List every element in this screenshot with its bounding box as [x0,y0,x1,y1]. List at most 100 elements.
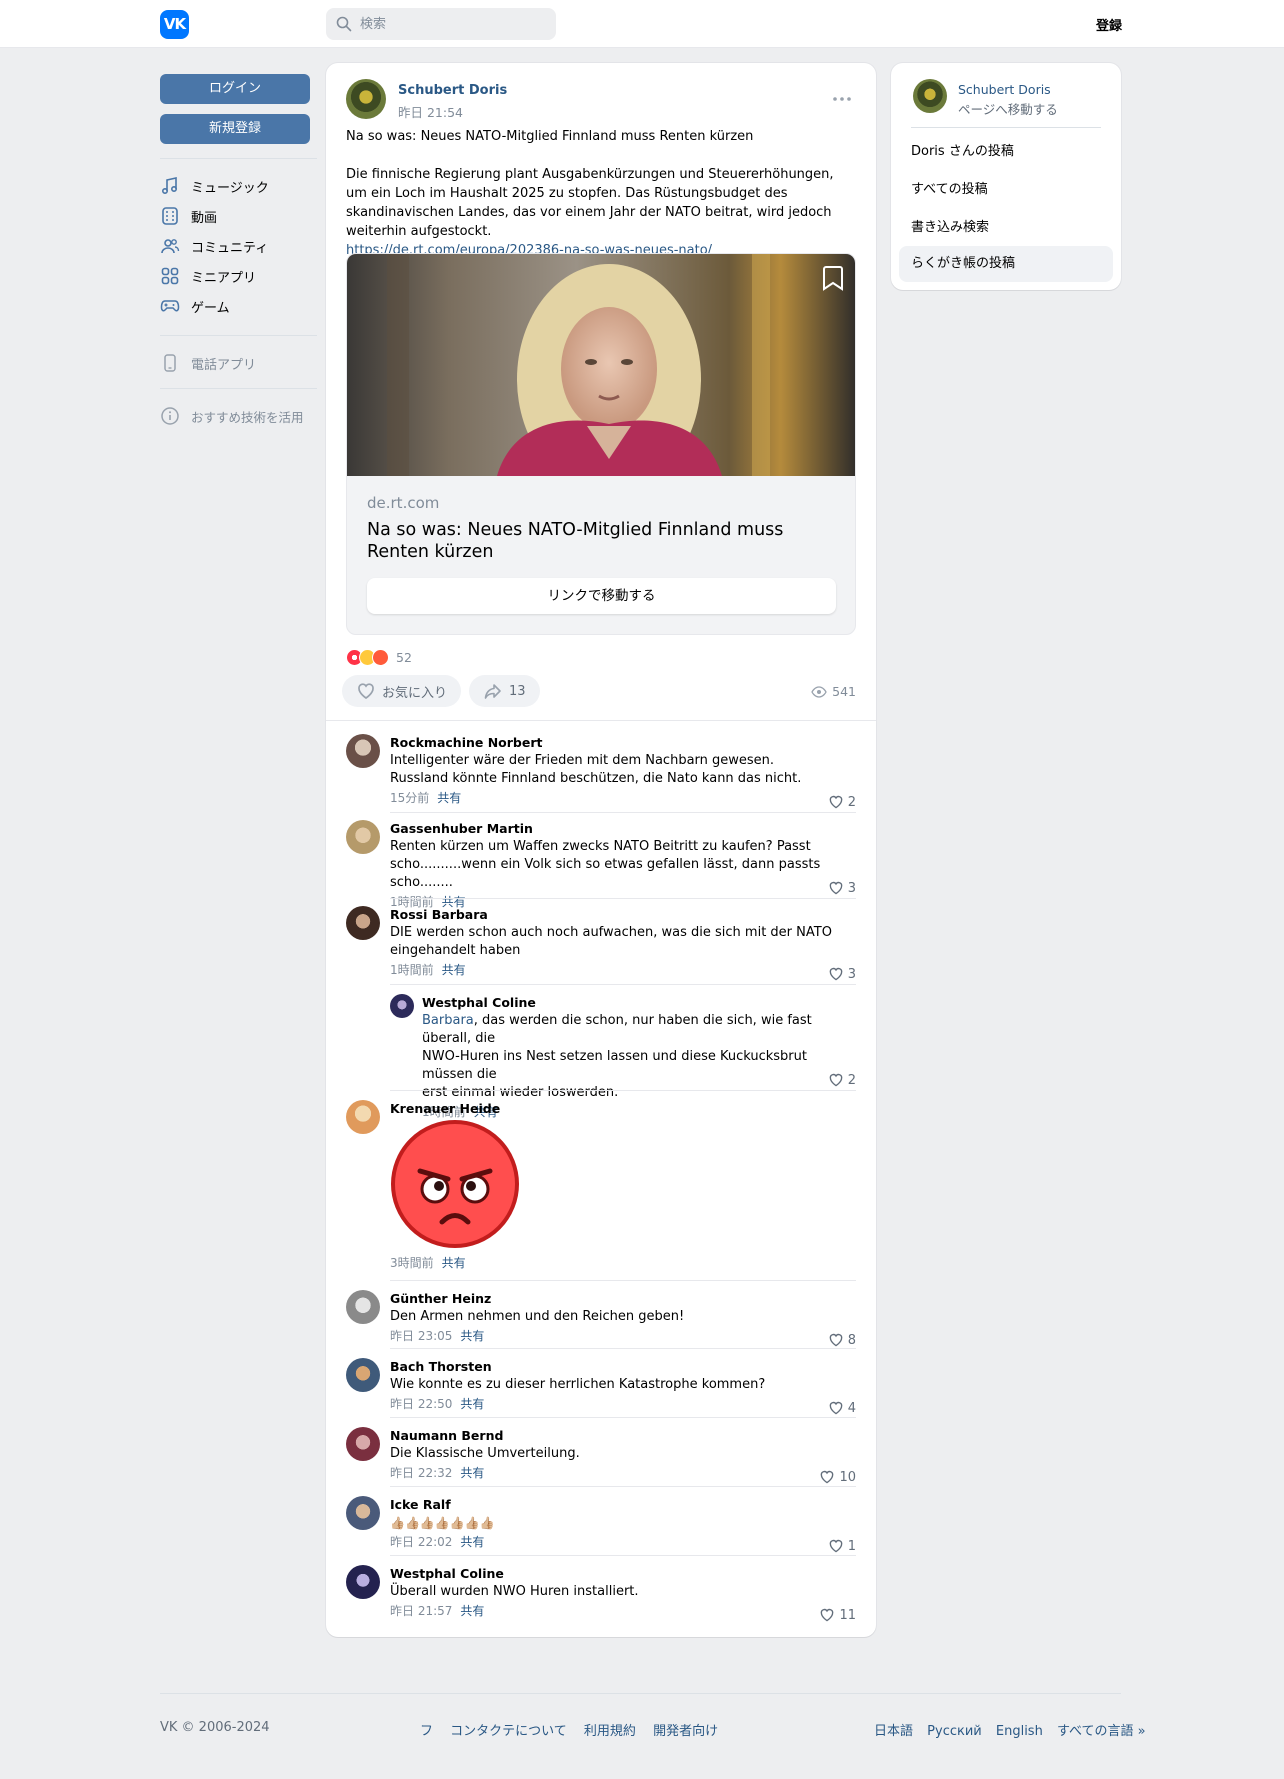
comment-share-link[interactable]: 共有 [460,1535,484,1549]
side-profile-sub[interactable]: ページへ移動する [958,99,1058,118]
comment-author[interactable]: Rossi Barbara [390,906,856,924]
nav-phone-app[interactable]: 電話アプリ [160,348,317,378]
comment-item: Gassenhuber Martin Renten kürzen um Waff… [346,820,856,909]
comment-time[interactable]: 1時間前 [390,963,434,977]
nav-miniapps[interactable]: ミニアプリ [160,261,317,291]
lang-all[interactable]: すべての言語 » [1057,1724,1146,1739]
comment-like-button[interactable]: 1 [828,1538,856,1554]
comment-share-link[interactable]: 共有 [460,1604,484,1618]
reactions-summary[interactable]: 52 [346,647,412,667]
comment-avatar[interactable] [346,820,380,854]
share-button[interactable]: 13 [469,675,540,707]
comment-avatar[interactable] [346,1427,380,1461]
comment-author[interactable]: Icke Ralf [390,1496,856,1514]
comment-like-count: 3 [847,880,856,896]
footer-divider [160,1693,1121,1694]
search-box[interactable] [326,8,556,40]
comment-like-button[interactable]: 3 [828,880,856,896]
link-attachment[interactable]: de.rt.com Na so was: Neues NATO-Mitglied… [346,253,856,635]
comment-like-button[interactable]: 2 [828,794,856,810]
search-input[interactable] [360,8,550,40]
comment-avatar[interactable] [346,734,380,768]
comment-author[interactable]: Krenauer Heide [390,1100,856,1118]
comment-author[interactable]: Gassenhuber Martin [390,820,856,838]
side-avatar[interactable] [913,79,947,113]
comment-like-count: 4 [847,1400,856,1416]
side-item-search-posts[interactable]: 書き込み検索 [899,210,1113,246]
comment-avatar[interactable] [346,906,380,940]
footer-link-terms[interactable]: 利用規約 [584,1724,636,1739]
open-link-button[interactable]: リンクで移動する [367,578,836,614]
bookmark-icon[interactable] [821,264,845,292]
nav-video[interactable]: 動画 [160,201,317,231]
side-profile[interactable]: Schubert Doris ページへ移動する [913,79,1101,119]
footer-link-about[interactable]: コンタクテについて [450,1724,567,1739]
side-item-doris-posts[interactable]: Doris さんの投稿 [899,134,1113,170]
login-button[interactable]: ログイン [160,74,310,104]
signup-button[interactable]: 新規登録 [160,114,310,144]
comment-like-button[interactable]: 3 [828,966,856,982]
footer-link-developers[interactable]: 開発者向け [653,1724,718,1739]
comment-like-button[interactable]: 10 [819,1469,856,1485]
comment-author[interactable]: Westphal Coline [390,1565,856,1583]
reply-mention-link[interactable]: Barbara [422,1013,474,1028]
comment-avatar[interactable] [390,994,414,1018]
footer-link[interactable]: フ [420,1724,433,1739]
comment-like-button[interactable]: 8 [828,1332,856,1348]
comment-avatar[interactable] [346,1565,380,1599]
comment-author[interactable]: Günther Heinz [390,1290,856,1308]
comment-share-link[interactable]: 共有 [437,791,461,805]
nav-recommend-tech[interactable]: おすすめ技術を活用 [160,401,317,431]
comment-author[interactable]: Naumann Bernd [390,1427,856,1445]
comment-time[interactable]: 15分前 [390,791,429,805]
vk-logo[interactable]: VK [160,10,189,39]
comment-time[interactable]: 昨日 22:32 [390,1466,452,1480]
comment-share-link[interactable]: 共有 [460,1466,484,1480]
attachment-title[interactable]: Na so was: Neues NATO-Mitglied Finnland … [367,519,837,563]
comment-like-button[interactable]: 11 [819,1607,856,1623]
side-item-all-posts[interactable]: すべての投稿 [899,172,1113,208]
comment-time[interactable]: 昨日 23:05 [390,1329,452,1343]
comment-share-link[interactable]: 共有 [442,1256,466,1270]
nav-music[interactable]: ミュージック [160,171,317,201]
angry-face-sticker[interactable] [390,1119,520,1249]
post-time[interactable]: 昨日 21:54 [398,102,463,121]
comment-share-link[interactable]: 共有 [442,963,466,977]
comment-time[interactable]: 3時間前 [390,1256,434,1270]
like-button[interactable]: お気に入り [342,675,462,707]
comment-like-button[interactable]: 2 [828,1072,856,1088]
comment-avatar[interactable] [346,1290,380,1324]
comment-author[interactable]: Westphal Coline [422,994,856,1012]
comment-text: 👍🏼👍🏼👍🏼👍🏼👍🏼👍🏼👍🏼 [390,1516,495,1530]
comment-time[interactable]: 昨日 21:57 [390,1604,452,1618]
comment-share-link[interactable]: 共有 [460,1397,484,1411]
nav-community[interactable]: コミュニティ [160,231,317,261]
side-item-graffiti-posts[interactable]: らくがき帳の投稿 [899,246,1113,282]
comment-text: Russland könnte Finnland beschützen, die… [390,771,802,786]
lang-russian[interactable]: Русский [927,1724,982,1739]
comment-avatar[interactable] [346,1100,380,1134]
comment-time[interactable]: 昨日 22:02 [390,1535,452,1549]
comment-text: Wie konnte es zu dieser herrlichen Katas… [390,1377,766,1392]
comment-avatar[interactable] [346,1496,380,1530]
nav-music-label: ミュージック [191,180,269,196]
article-photo[interactable] [347,254,855,476]
author-avatar[interactable] [346,79,386,119]
post-text: Na so was: Neues NATO-Mitglied Finnland … [346,127,856,260]
comment-meta: 昨日 21:57 共有 [390,1602,856,1620]
nav-games[interactable]: ゲーム [160,291,317,321]
comment-avatar[interactable] [346,1358,380,1392]
nav-video-label: 動画 [191,210,218,226]
article-photo-image [347,254,855,476]
register-link[interactable]: 登録 [1096,15,1122,34]
lang-english[interactable]: English [996,1724,1043,1739]
more-icon[interactable] [830,91,854,107]
comment-author[interactable]: Rockmachine Norbert [390,734,856,752]
comment-share-link[interactable]: 共有 [460,1329,484,1343]
side-profile-name[interactable]: Schubert Doris [958,82,1051,97]
post-author-link[interactable]: Schubert Doris [398,83,507,98]
comment-like-button[interactable]: 4 [828,1400,856,1416]
lang-japanese[interactable]: 日本語 [874,1724,913,1739]
comment-author[interactable]: Bach Thorsten [390,1358,856,1376]
comment-time[interactable]: 昨日 22:50 [390,1397,452,1411]
